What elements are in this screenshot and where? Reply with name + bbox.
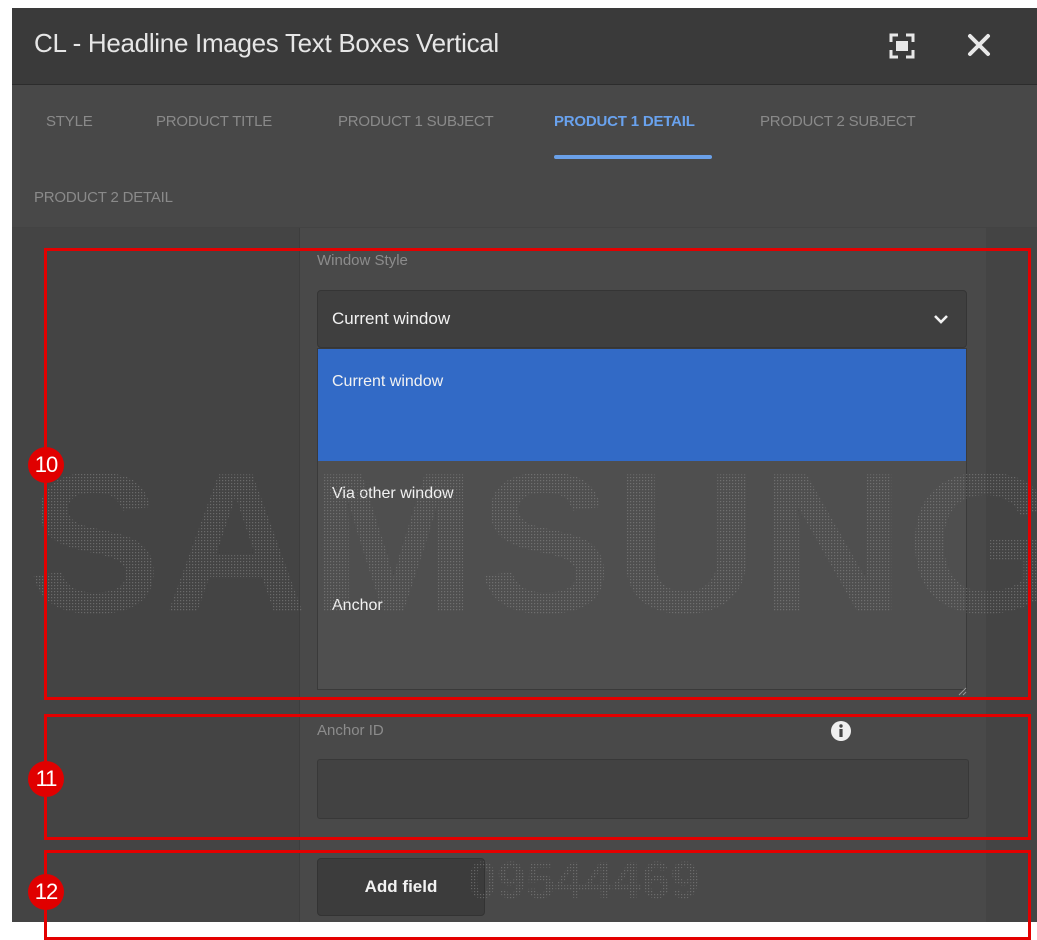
anchor-id-input[interactable] bbox=[317, 759, 969, 819]
dialog-titlebar: CL - Headline Images Text Boxes Vertical bbox=[12, 8, 1037, 85]
option-via-other-window[interactable]: Via other window bbox=[318, 461, 966, 573]
fullscreen-icon[interactable] bbox=[888, 32, 916, 60]
window-style-label: Window Style bbox=[317, 252, 408, 269]
anchor-id-label: Anchor ID bbox=[317, 722, 384, 739]
option-current-window[interactable]: Current window bbox=[318, 349, 966, 461]
window-style-select[interactable]: Current window bbox=[317, 290, 967, 348]
resize-grip-icon[interactable] bbox=[957, 686, 967, 696]
tab-product-2-subject[interactable]: PRODUCT 2 SUBJECT bbox=[760, 113, 916, 130]
option-label: Current window bbox=[332, 373, 444, 390]
right-gutter bbox=[986, 228, 1037, 922]
option-label: Via other window bbox=[332, 485, 454, 502]
window-style-listbox: Current window Via other window Anchor bbox=[317, 348, 967, 690]
info-icon[interactable] bbox=[830, 720, 852, 742]
option-label: Anchor bbox=[332, 597, 383, 614]
window-style-selected-value: Current window bbox=[332, 309, 451, 328]
tab-product-1-detail[interactable]: PRODUCT 1 DETAIL bbox=[554, 113, 695, 130]
close-icon[interactable] bbox=[964, 30, 994, 60]
tab-style[interactable]: STYLE bbox=[46, 113, 93, 130]
add-field-button[interactable]: Add field bbox=[317, 858, 485, 916]
form-content: Window Style Current window Current wind… bbox=[12, 228, 1037, 922]
option-anchor[interactable]: Anchor bbox=[318, 573, 966, 685]
chevron-down-icon bbox=[934, 315, 948, 324]
tab-product-title[interactable]: PRODUCT TITLE bbox=[156, 113, 272, 130]
dialog-title: CL - Headline Images Text Boxes Vertical bbox=[34, 28, 499, 58]
dialog: CL - Headline Images Text Boxes Vertical… bbox=[12, 8, 1037, 922]
left-gutter bbox=[12, 228, 299, 922]
tab-product-1-subject[interactable]: PRODUCT 1 SUBJECT bbox=[338, 113, 494, 130]
tab-product-2-detail[interactable]: PRODUCT 2 DETAIL bbox=[34, 189, 173, 206]
tab-bar: STYLE PRODUCT TITLE PRODUCT 1 SUBJECT PR… bbox=[12, 85, 1037, 227]
active-tab-indicator bbox=[554, 155, 712, 159]
